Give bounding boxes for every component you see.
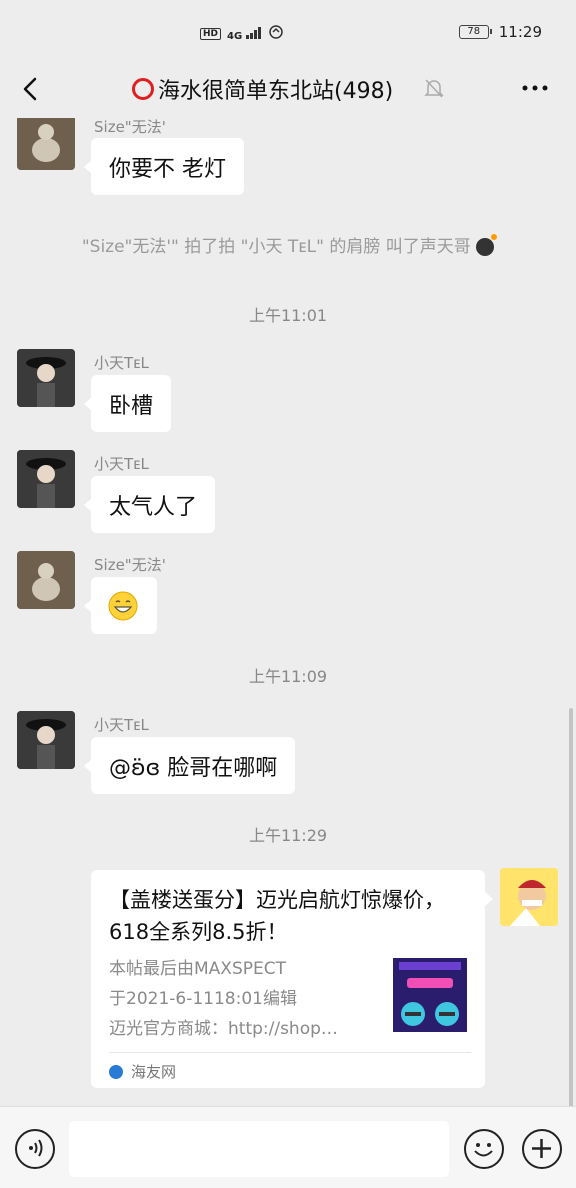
avatar-size[interactable] bbox=[17, 118, 75, 170]
sender-name: Size"无法' bbox=[94, 556, 166, 574]
voice-icon bbox=[29, 1139, 43, 1157]
bomb-icon bbox=[476, 234, 498, 256]
timestamp: 上午11:01 bbox=[248, 306, 328, 325]
chat-title-text: 海水很简单东北站(498) bbox=[158, 79, 394, 104]
link-card-title: 【盖楼送蛋分】迈光启航灯惊爆价，618全系列8.5折！ bbox=[109, 888, 445, 944]
grinning-face-icon bbox=[108, 591, 138, 620]
message-input[interactable] bbox=[69, 1121, 449, 1177]
more-options-icon[interactable] bbox=[520, 76, 550, 100]
shared-link-card[interactable]: 【盖楼送蛋分】迈光启航灯惊爆价，618全系列8.5折！ 本帖最后由MAXSPEC… bbox=[91, 870, 493, 1088]
input-bar bbox=[0, 1106, 576, 1188]
avatar-size[interactable] bbox=[17, 551, 75, 609]
message-text: @ʚ̈ɞ 脸哥在哪啊 bbox=[109, 755, 278, 781]
timestamp: 上午11:09 bbox=[248, 667, 328, 686]
hd-badge: HD bbox=[200, 28, 222, 40]
sender-name: 小天TᴇL bbox=[94, 354, 149, 372]
avatar-xiaotian[interactable] bbox=[17, 711, 75, 769]
haiyou-logo-icon bbox=[109, 1064, 123, 1079]
link-card-thumbnail bbox=[393, 958, 467, 1032]
message-text: 卧槽 bbox=[109, 393, 154, 419]
wifi-call-icon bbox=[268, 24, 284, 44]
red-circle-icon bbox=[132, 78, 154, 100]
divider bbox=[109, 1052, 471, 1053]
voice-input-button[interactable] bbox=[15, 1129, 55, 1169]
link-card-source: 海友网 bbox=[109, 1061, 176, 1082]
chat-title: 海水很简单东北站(498) bbox=[132, 73, 393, 105]
more-functions-button[interactable] bbox=[522, 1129, 562, 1169]
link-card-description: 本帖最后由MAXSPECT 于2021-6-1118:01编辑 迈光官方商城：h… bbox=[109, 959, 338, 1039]
message-bubble[interactable]: 你要不 老灯 bbox=[84, 138, 244, 195]
scrollbar[interactable] bbox=[569, 708, 573, 1106]
avatar-xiaotian[interactable] bbox=[17, 349, 75, 407]
emoji-button[interactable] bbox=[464, 1129, 504, 1169]
status-icons-right: 78 11:29 bbox=[458, 23, 542, 41]
avatar-xiaotian[interactable] bbox=[17, 450, 75, 508]
status-bar: HD 4G 78 11:29 bbox=[0, 0, 576, 66]
smiley-icon bbox=[474, 1143, 493, 1157]
message-bubble[interactable]: 卧槽 bbox=[83, 375, 172, 432]
system-pat-message: "Size"无法'" 拍了拍 "小天 TᴇL" 的肩膀 叫了声天哥 bbox=[0, 232, 576, 257]
chat-header: 海水很简单东北站(498) bbox=[0, 60, 576, 118]
sender-name: 小天TᴇL bbox=[94, 716, 149, 734]
chat-message-list[interactable]: Size"无法' 你要不 老灯 "Size"无法'" 拍了拍 "小天 TᴇL" … bbox=[0, 118, 576, 1106]
message-bubble[interactable]: @ʚ̈ɞ 脸哥在哪啊 bbox=[83, 737, 296, 794]
mute-bell-icon bbox=[424, 79, 444, 98]
message-bubble[interactable]: 太气人了 bbox=[83, 476, 216, 533]
status-icons-left: HD 4G bbox=[200, 24, 284, 44]
battery-icon: 78 bbox=[458, 25, 492, 39]
back-arrow-icon[interactable] bbox=[16, 74, 44, 104]
message-text: 你要不 老灯 bbox=[109, 156, 226, 182]
signal-icon: 4G bbox=[227, 26, 262, 42]
message-text: 太气人了 bbox=[109, 494, 198, 520]
sender-name: Size"无法' bbox=[94, 118, 166, 136]
sender-name: 小天TᴇL bbox=[94, 455, 149, 473]
timestamp: 上午11:29 bbox=[248, 826, 328, 845]
message-bubble[interactable] bbox=[84, 577, 157, 634]
plus-icon bbox=[532, 1139, 551, 1158]
avatar-self[interactable] bbox=[500, 868, 558, 926]
clock: 11:29 bbox=[498, 23, 542, 41]
